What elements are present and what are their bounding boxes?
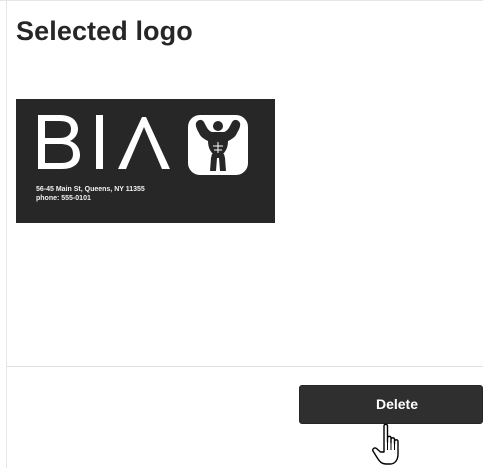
logo-wordmark <box>38 115 170 169</box>
footer-divider <box>7 366 483 367</box>
panel-left-border <box>6 0 7 468</box>
section-title: Selected logo <box>16 16 193 46</box>
hand-pointer-icon <box>372 423 399 465</box>
bodybuilder-icon <box>188 115 248 175</box>
delete-button[interactable]: Delete <box>299 385 483 424</box>
logo-address-text: 56-45 Main St, Queens, NY 11355 phone: 5… <box>36 185 145 203</box>
logo-address-line-2: phone: 555-0101 <box>36 195 91 202</box>
logo-address-line-1: 56-45 Main St, Queens, NY 11355 <box>36 186 145 193</box>
panel-top-border <box>0 0 483 1</box>
logo-settings-panel: Selected logo 56-45 Main St, Queens, NY … <box>0 0 483 468</box>
selected-logo-image: 56-45 Main St, Queens, NY 11355 phone: 5… <box>16 99 275 223</box>
